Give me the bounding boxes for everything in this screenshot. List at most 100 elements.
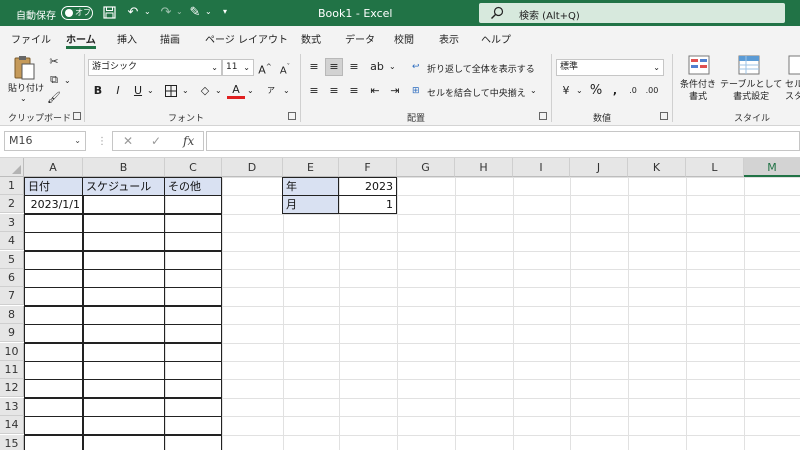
cell-a3[interactable]: [24, 214, 84, 233]
align-top-icon[interactable]: ≡: [305, 58, 323, 76]
column-header-c[interactable]: C: [165, 158, 222, 177]
cell-a14[interactable]: [24, 416, 84, 435]
row-header-1[interactable]: 1: [0, 177, 24, 195]
row-header-13[interactable]: 13: [0, 398, 24, 416]
tab-formulas[interactable]: 数式: [301, 31, 321, 46]
row-header-5[interactable]: 5: [0, 251, 24, 269]
paste-button[interactable]: 貼り付け: [8, 81, 44, 94]
format-as-table-button[interactable]: テーブルとして 書式設定: [720, 79, 782, 103]
cell-styles-icon[interactable]: [788, 55, 800, 78]
cell-c9[interactable]: [164, 324, 222, 343]
accounting-format-icon[interactable]: ¥: [557, 82, 575, 100]
cell-a10[interactable]: [24, 343, 84, 362]
cell-b2[interactable]: [82, 195, 165, 214]
font-launcher-icon[interactable]: [288, 112, 296, 120]
cell-b15[interactable]: [82, 435, 165, 450]
column-header-f[interactable]: F: [339, 158, 397, 177]
cell-a2[interactable]: 2023/1/1: [24, 195, 84, 214]
tab-home[interactable]: ホーム: [66, 31, 96, 46]
phonetic-icon[interactable]: ア: [262, 82, 280, 100]
fill-color-dropdown-icon[interactable]: ⌄: [215, 86, 222, 95]
cell-f1[interactable]: 2023: [338, 177, 397, 196]
cell-b3[interactable]: [82, 214, 165, 233]
align-bottom-icon[interactable]: ≡: [345, 58, 363, 76]
cell-c10[interactable]: [164, 343, 222, 362]
row-header-14[interactable]: 14: [0, 416, 24, 434]
cell-f2[interactable]: 1: [338, 195, 397, 214]
bold-icon[interactable]: B: [89, 82, 107, 100]
format-painter-dropdown-icon[interactable]: ⌄: [205, 7, 212, 16]
cell-a11[interactable]: [24, 361, 84, 380]
row-header-9[interactable]: 9: [0, 324, 24, 342]
underline-icon[interactable]: U: [129, 82, 147, 100]
row-header-10[interactable]: 10: [0, 343, 24, 361]
column-header-l[interactable]: L: [686, 158, 744, 177]
column-header-h[interactable]: H: [455, 158, 513, 177]
number-launcher-icon[interactable]: [660, 112, 668, 120]
row-header-11[interactable]: 11: [0, 361, 24, 379]
cancel-icon[interactable]: ✕: [123, 134, 133, 148]
cell-c2[interactable]: [164, 195, 222, 214]
conditional-formatting-icon[interactable]: [688, 55, 710, 78]
cell-c6[interactable]: [164, 269, 222, 288]
row-header-15[interactable]: 15: [0, 435, 24, 450]
percent-icon[interactable]: %: [587, 82, 605, 100]
cell-c12[interactable]: [164, 379, 222, 398]
font-name-select[interactable]: 游ゴシック ⌄: [88, 59, 222, 76]
formula-input[interactable]: [206, 131, 800, 151]
increase-decimal-icon[interactable]: .0: [624, 82, 642, 100]
cell-c13[interactable]: [164, 398, 222, 417]
tab-data[interactable]: データ: [345, 31, 375, 46]
cell-a7[interactable]: [24, 287, 84, 306]
paste-dropdown-icon[interactable]: ⌄: [20, 94, 27, 103]
cell-a15[interactable]: [24, 435, 84, 450]
cell-b5[interactable]: [82, 251, 165, 270]
row-header-2[interactable]: 2: [0, 195, 24, 213]
cell-e1[interactable]: 年: [282, 177, 339, 196]
decrease-font-icon[interactable]: Aˇ: [276, 58, 294, 76]
cell-styles-button[interactable]: セル スタイル: [785, 79, 800, 103]
decrease-decimal-icon[interactable]: .00: [643, 82, 661, 100]
format-as-table-icon[interactable]: [738, 55, 760, 78]
font-color-icon[interactable]: A: [227, 82, 245, 99]
underline-dropdown-icon[interactable]: ⌄: [147, 86, 154, 95]
autosave-toggle[interactable]: オフ: [61, 6, 93, 20]
tab-draw[interactable]: 描画: [160, 31, 180, 46]
fill-color-icon[interactable]: ◇: [196, 82, 214, 100]
cell-e2[interactable]: 月: [282, 195, 339, 214]
cell-b14[interactable]: [82, 416, 165, 435]
cell-c14[interactable]: [164, 416, 222, 435]
column-header-d[interactable]: D: [222, 158, 283, 177]
copy-dropdown-icon[interactable]: ⌄: [64, 76, 71, 85]
orientation-icon[interactable]: ab: [368, 58, 386, 76]
cell-b7[interactable]: [82, 287, 165, 306]
column-header-a[interactable]: A: [24, 158, 83, 177]
cell-b13[interactable]: [82, 398, 165, 417]
undo-dropdown-icon[interactable]: ⌄: [144, 7, 151, 16]
search-box[interactable]: 検索 (Alt+Q): [479, 3, 785, 23]
cell-c8[interactable]: [164, 306, 222, 325]
merge-center-dropdown-icon[interactable]: ⌄: [530, 86, 537, 95]
tab-review[interactable]: 校閲: [394, 31, 414, 46]
format-painter-quick-icon[interactable]: ✎: [186, 4, 204, 22]
cell-a6[interactable]: [24, 269, 84, 288]
conditional-formatting-button[interactable]: 条件付き 書式: [680, 79, 716, 103]
tab-view[interactable]: 表示: [439, 31, 459, 46]
cell-b6[interactable]: [82, 269, 165, 288]
align-right-icon[interactable]: ≡: [345, 82, 363, 100]
align-middle-icon[interactable]: ≡: [325, 58, 343, 76]
cell-c11[interactable]: [164, 361, 222, 380]
tab-insert[interactable]: 挿入: [117, 31, 137, 46]
phonetic-dropdown-icon[interactable]: ⌄: [283, 86, 290, 95]
accounting-dropdown-icon[interactable]: ⌄: [576, 86, 583, 95]
cell-b12[interactable]: [82, 379, 165, 398]
enter-icon[interactable]: ✓: [151, 134, 161, 148]
column-header-k[interactable]: K: [628, 158, 686, 177]
copy-icon[interactable]: ⧉: [45, 71, 63, 89]
borders-dropdown-icon[interactable]: ⌄: [182, 86, 189, 95]
column-header-m[interactable]: M: [744, 158, 800, 177]
cell-c3[interactable]: [164, 214, 222, 233]
insert-function-icon[interactable]: fx: [183, 134, 194, 148]
cell-a1[interactable]: 日付: [24, 177, 84, 196]
cell-b1[interactable]: スケジュール: [82, 177, 165, 196]
